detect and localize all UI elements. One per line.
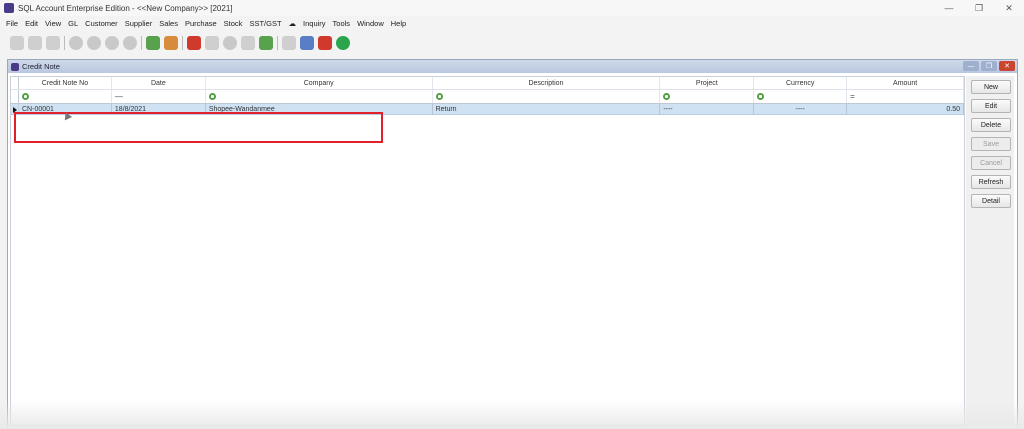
app-icon: [4, 3, 14, 13]
nav-prev-icon[interactable]: [87, 36, 101, 50]
col-header-description[interactable]: Description: [433, 77, 661, 89]
col-header-amount[interactable]: Amount: [847, 77, 965, 89]
menu-window[interactable]: Window: [357, 19, 384, 28]
toolbar-divider: [141, 36, 142, 50]
window-controls: — ❐ ✕: [934, 0, 1024, 16]
filter-description[interactable]: [433, 90, 661, 103]
restore-button[interactable]: ❐: [964, 0, 994, 16]
refresh-button[interactable]: Refresh: [971, 175, 1011, 189]
menu-bar: File Edit View GL Customer Supplier Sale…: [6, 17, 406, 30]
filter-amount[interactable]: =: [847, 90, 964, 103]
toolbar: [10, 32, 350, 54]
credit-note-window-icon: [11, 62, 19, 71]
menu-purchase[interactable]: Purchase: [185, 19, 217, 28]
save-button[interactable]: Save: [971, 137, 1011, 151]
minimize-button[interactable]: —: [934, 0, 964, 16]
menu-edit[interactable]: Edit: [25, 19, 38, 28]
save-icon[interactable]: [205, 36, 219, 50]
grid-filter-row: — =: [11, 90, 964, 104]
cancel-icon[interactable]: [223, 36, 237, 50]
menu-inquiry[interactable]: Inquiry: [303, 19, 326, 28]
bug-icon[interactable]: [187, 36, 201, 50]
filter-icon: [435, 93, 443, 100]
filter-date[interactable]: —: [112, 90, 206, 103]
menu-tools[interactable]: Tools: [333, 19, 351, 28]
cell-currency[interactable]: ----: [754, 104, 848, 114]
col-header-credit-note-no[interactable]: Credit Note No: [19, 77, 112, 89]
toolbar-divider: [182, 36, 183, 50]
menu-sst-gst[interactable]: SST/GST: [249, 19, 281, 28]
report-icon[interactable]: [164, 36, 178, 50]
cell-company[interactable]: Shopee-Wandanmee: [206, 104, 433, 114]
menu-cloud-icon[interactable]: ☁: [289, 19, 297, 28]
menu-help[interactable]: Help: [391, 19, 406, 28]
cell-description[interactable]: Return: [433, 104, 661, 114]
menu-stock[interactable]: Stock: [224, 19, 243, 28]
filter-icon: [757, 93, 765, 100]
current-row-arrow-icon: [13, 107, 17, 113]
filter-value: =: [850, 92, 855, 101]
filter-icon: [208, 93, 216, 100]
toolbar-divider: [64, 36, 65, 50]
toolbar-divider: [277, 36, 278, 50]
menu-view[interactable]: View: [45, 19, 61, 28]
title-bar: SQL Account Enterprise Edition - <<New C…: [0, 0, 1024, 16]
refresh-icon[interactable]: [259, 36, 273, 50]
filter-project[interactable]: [660, 90, 755, 103]
child-window-controls: — ❐ ✕: [963, 61, 1015, 71]
col-header-company[interactable]: Company: [206, 77, 433, 89]
action-panel: New Edit Delete Save Cancel Refresh Deta…: [966, 76, 1014, 426]
nav-next-icon[interactable]: [105, 36, 119, 50]
youtube-icon[interactable]: [318, 36, 332, 50]
menu-sales[interactable]: Sales: [159, 19, 178, 28]
row-indicator-filter: [11, 90, 19, 103]
whatsapp-icon[interactable]: [336, 36, 350, 50]
filter-value: —: [114, 92, 123, 101]
filter-company[interactable]: [206, 90, 433, 103]
edit-button[interactable]: Edit: [971, 99, 1011, 113]
grid-header-row: Credit Note No Date Company Description …: [11, 77, 965, 90]
filter-credit-note-no[interactable]: [19, 90, 112, 103]
delete-button[interactable]: Delete: [971, 118, 1011, 132]
nav-first-icon[interactable]: [69, 36, 83, 50]
col-header-currency[interactable]: Currency: [754, 77, 848, 89]
cancel-button[interactable]: Cancel: [971, 156, 1011, 170]
cell-project[interactable]: ----: [660, 104, 755, 114]
paste-icon[interactable]: [46, 36, 60, 50]
filter-icon: [663, 93, 671, 100]
menu-file[interactable]: File: [6, 19, 18, 28]
nav-last-icon[interactable]: [123, 36, 137, 50]
credit-note-title: Credit Note: [22, 62, 60, 71]
print-icon[interactable]: [282, 36, 296, 50]
menu-gl[interactable]: GL: [68, 19, 78, 28]
cut-icon[interactable]: [10, 36, 24, 50]
detail-button[interactable]: Detail: [971, 194, 1011, 208]
new-button[interactable]: New: [971, 80, 1011, 94]
preview-icon[interactable]: [300, 36, 314, 50]
credit-note-window: Credit Note — ❐ ✕ Credit Note No Date Co…: [7, 59, 1018, 429]
menu-supplier[interactable]: Supplier: [125, 19, 153, 28]
table-row[interactable]: CN-00001 18/8/2021 Shopee-Wandanmee Retu…: [11, 104, 964, 115]
find-icon[interactable]: [241, 36, 255, 50]
col-header-project[interactable]: Project: [660, 77, 755, 89]
cell-amount[interactable]: 0.50: [847, 104, 964, 114]
add-icon[interactable]: [146, 36, 160, 50]
cell-date[interactable]: 18/8/2021: [112, 104, 206, 114]
row-indicator-header: [11, 77, 19, 89]
copy-icon[interactable]: [28, 36, 42, 50]
child-close-button[interactable]: ✕: [999, 61, 1015, 71]
row-indicator: [11, 104, 19, 114]
close-button[interactable]: ✕: [994, 0, 1024, 16]
filter-icon: [22, 93, 29, 100]
child-minimize-button[interactable]: —: [963, 61, 979, 71]
window-title: SQL Account Enterprise Edition - <<New C…: [18, 3, 233, 13]
col-header-date[interactable]: Date: [112, 77, 206, 89]
child-restore-button[interactable]: ❐: [981, 61, 997, 71]
credit-note-grid: Credit Note No Date Company Description …: [10, 76, 965, 426]
menu-customer[interactable]: Customer: [85, 19, 118, 28]
credit-note-title-bar: Credit Note — ❐ ✕: [8, 60, 1017, 73]
filter-currency[interactable]: [754, 90, 848, 103]
